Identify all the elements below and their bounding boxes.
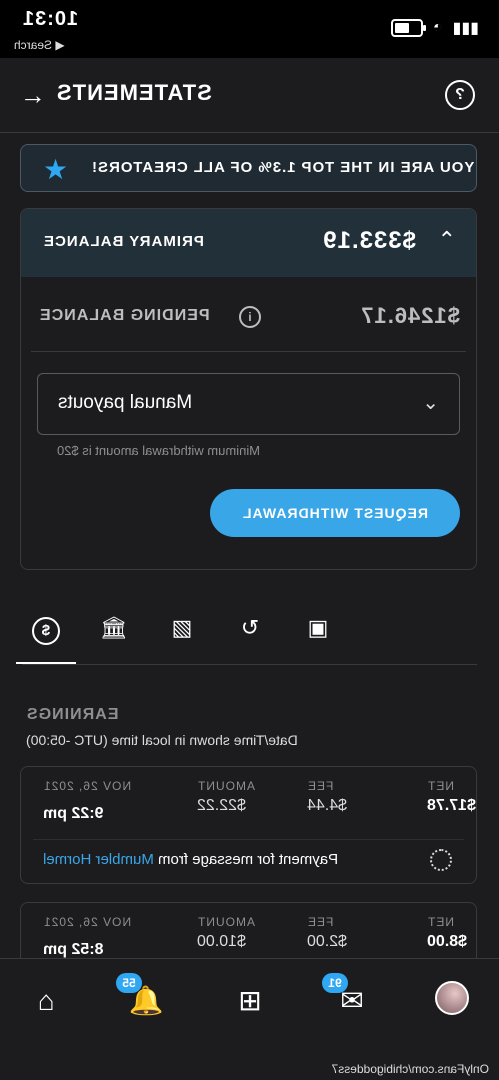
transaction-time: 9:22 pm bbox=[43, 805, 104, 822]
transaction-amount: $10.00 bbox=[197, 933, 246, 950]
home-icon[interactable]: ⌂ bbox=[26, 981, 66, 1021]
bottom-nav: ⌂ 🔔 55 ⊞ ✉ 91 bbox=[0, 958, 499, 1039]
divider bbox=[31, 351, 466, 352]
help-icon[interactable]: ? bbox=[445, 80, 475, 110]
chevron-up-icon[interactable]: ⌃ bbox=[438, 227, 456, 253]
back-to-app[interactable]: ◀ Search bbox=[14, 38, 65, 52]
footer-url: OnlyFans.com/chibigoddess7 bbox=[331, 1062, 489, 1076]
divider bbox=[33, 839, 464, 840]
transaction-net: $17.78 bbox=[427, 797, 476, 814]
app-screen: 10:31 ◀ Search ▮▮▮ ◔ ← STATEMENTS ? ★ YO… bbox=[0, 0, 499, 1080]
loading-spinner-icon bbox=[430, 849, 452, 871]
page-title: STATEMENTS bbox=[56, 80, 212, 105]
date-header: NOV 26, 2021 bbox=[43, 779, 132, 793]
net-header: NET bbox=[427, 915, 454, 929]
pending-balance-amount: $1246.17 bbox=[360, 303, 460, 328]
fee-header: FEE bbox=[307, 779, 334, 793]
fee-header: FEE bbox=[307, 915, 334, 929]
app-header: ← STATEMENTS ? bbox=[0, 58, 499, 133]
payout-method-value: Manual payouts bbox=[58, 392, 193, 413]
status-bar: 10:31 ◀ Search ▮▮▮ ◔ bbox=[0, 0, 499, 58]
transaction-net: $8.00 bbox=[427, 933, 468, 950]
payout-method-select[interactable]: Manual payouts ⌄ bbox=[37, 373, 460, 435]
description-text: Payment for message from bbox=[158, 851, 339, 868]
refresh-icon[interactable]: ↻ bbox=[230, 610, 270, 646]
signal-icon: ▮▮▮ bbox=[452, 20, 479, 37]
primary-balance-row[interactable]: PRIMARY BALANCE $333.19 ⌃ bbox=[21, 209, 476, 277]
chevron-down-icon: ⌄ bbox=[422, 392, 439, 414]
status-icons: ▮▮▮ ◔ bbox=[390, 18, 479, 38]
amount-header: AMOUNT bbox=[197, 779, 255, 793]
timezone-note: Date/Time shown in local time (UTC -05:0… bbox=[26, 732, 298, 748]
referral-icon[interactable]: ▣ bbox=[298, 610, 338, 646]
battery-icon bbox=[390, 19, 423, 37]
minimum-withdrawal-note: Minimum withdrawal amount is $20 bbox=[57, 443, 261, 458]
pending-balance-label: PENDING BALANCE bbox=[39, 307, 210, 324]
clock: 10:31 bbox=[22, 8, 79, 30]
request-withdrawal-button[interactable]: REQUEST WITHDRAWAL bbox=[210, 489, 460, 537]
statement-tabs: $ 🏛 ▨ ↻ ▣ bbox=[22, 594, 477, 665]
avatar[interactable] bbox=[435, 981, 469, 1015]
balance-card: PRIMARY BALANCE $333.19 ⌃ PENDING BALANC… bbox=[20, 208, 477, 570]
transaction-fee: $4.44 bbox=[307, 797, 348, 814]
transaction-fee: $2.00 bbox=[307, 933, 348, 950]
bell-icon[interactable]: 🔔 55 bbox=[116, 973, 166, 1021]
earnings-title: EARNINGS bbox=[26, 706, 119, 723]
primary-balance-amount: $333.19 bbox=[322, 227, 416, 254]
messages-badge: 91 bbox=[322, 973, 348, 993]
add-post-icon[interactable]: ⊞ bbox=[230, 981, 270, 1021]
wifi-icon: ◔ bbox=[432, 19, 443, 36]
bank-icon[interactable]: 🏛 bbox=[94, 610, 134, 646]
notifications-badge: 55 bbox=[116, 973, 142, 993]
earnings-icon[interactable]: $ bbox=[26, 610, 66, 646]
amount-header: AMOUNT bbox=[197, 915, 255, 929]
back-arrow-icon[interactable]: ← bbox=[20, 80, 46, 111]
transaction-card[interactable]: NOV 26, 2021 AMOUNT FEE NET 9:22 pm $22.… bbox=[20, 766, 477, 884]
user-link[interactable]: Mumbler Hormel bbox=[43, 851, 154, 868]
banner-text: YOU ARE IN THE TOP 1.3% OF ALL CREATORS! bbox=[91, 159, 475, 176]
transaction-description: Payment for message from Mumbler Hormel bbox=[43, 851, 338, 868]
star-icon: ★ bbox=[43, 154, 69, 185]
transaction-amount: $22.22 bbox=[197, 797, 246, 814]
info-icon[interactable]: i bbox=[239, 306, 261, 328]
messages-icon[interactable]: ✉ 91 bbox=[322, 973, 372, 1021]
transaction-time: 8:52 pm bbox=[43, 941, 104, 958]
net-header: NET bbox=[427, 779, 454, 793]
top-creator-banner: ★ YOU ARE IN THE TOP 1.3% OF ALL CREATOR… bbox=[20, 144, 477, 192]
primary-balance-label: PRIMARY BALANCE bbox=[43, 233, 204, 250]
date-header: NOV 26, 2021 bbox=[43, 915, 132, 929]
image-icon[interactable]: ▨ bbox=[162, 610, 202, 646]
